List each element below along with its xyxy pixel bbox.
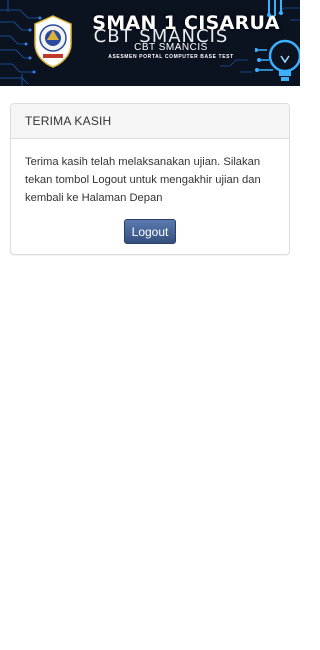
- button-wrapper: Logout: [25, 219, 275, 244]
- app-subtitle: CBT SMANCIS: [134, 42, 208, 53]
- circuit-chip-icon: [267, 0, 283, 17]
- tagline: ASESMEN PORTAL COMPUTER BASE TEST: [108, 54, 234, 60]
- lightbulb-circuit-icon: [255, 39, 300, 81]
- panel-body: Terima kasih telah melaksanakan ujian. S…: [11, 139, 289, 244]
- thank-you-panel: TERIMA KASIH Terima kasih telah melaksan…: [10, 103, 290, 255]
- header-banner: SMAN 1 CISARUA CBT SMANCIS CBT SMANCIS A…: [0, 0, 300, 86]
- logout-button[interactable]: Logout: [124, 219, 176, 244]
- panel-heading: TERIMA KASIH: [11, 104, 289, 139]
- school-emblem-icon: [34, 15, 72, 68]
- thank-you-message: Terima kasih telah melaksanakan ujian. S…: [25, 156, 261, 204]
